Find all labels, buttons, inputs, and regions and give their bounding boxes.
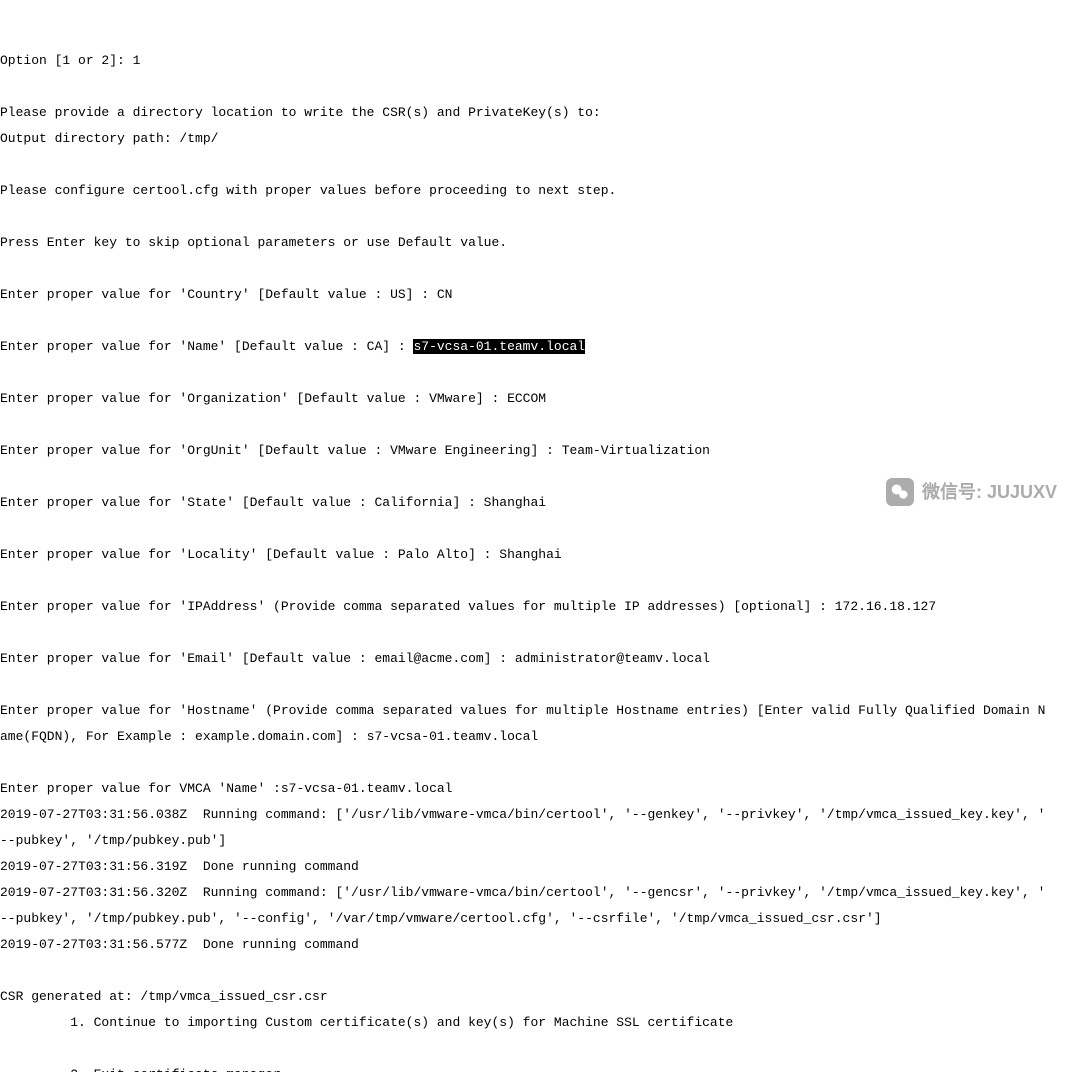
terminal-line: Enter proper value for 'OrgUnit' [Defaul… [0,444,1077,457]
watermark-text: 微信号: JUJUXV [922,483,1057,501]
terminal-line [0,314,1077,327]
terminal-line: Enter proper value for 'Name' [Default v… [0,340,1077,353]
terminal-line: Enter proper value for 'Hostname' (Provi… [0,704,1077,717]
watermark: 微信号: JUJUXV [886,478,1057,506]
terminal-line [0,210,1077,223]
terminal-line: Enter proper value for 'IPAddress' (Prov… [0,600,1077,613]
terminal-line: Please configure certool.cfg with proper… [0,184,1077,197]
terminal-line: 2019-07-27T03:31:56.319Z Done running co… [0,860,1077,873]
terminal-line [0,522,1077,535]
terminal-line: ame(FQDN), For Example : example.domain.… [0,730,1077,743]
name-highlight: s7-vcsa-01.teamv.local [413,339,585,354]
terminal-line: 2019-07-27T03:31:56.038Z Running command… [0,808,1077,821]
terminal-line: Enter proper value for 'Locality' [Defau… [0,548,1077,561]
terminal-line: Option [1 or 2]: 1 [0,54,1077,67]
menu-option-2[interactable]: 2. Exit certificate-manager [0,1068,1077,1072]
terminal-line: --pubkey', '/tmp/pubkey.pub', '--config'… [0,912,1077,925]
terminal-line [0,756,1077,769]
terminal-line [0,158,1077,171]
terminal-line: Enter proper value for 'Email' [Default … [0,652,1077,665]
terminal-line [0,418,1077,431]
menu-option-1[interactable]: 1. Continue to importing Custom certific… [0,1016,1077,1029]
terminal-line: --pubkey', '/tmp/pubkey.pub'] [0,834,1077,847]
wechat-icon [886,478,914,506]
terminal-line [0,80,1077,93]
terminal-line [0,964,1077,977]
terminal-line [0,574,1077,587]
terminal-line [0,366,1077,379]
terminal-line [0,678,1077,691]
terminal-line: Please provide a directory location to w… [0,106,1077,119]
terminal-line: Enter proper value for 'Organization' [D… [0,392,1077,405]
terminal-line: 2019-07-27T03:31:56.577Z Done running co… [0,938,1077,951]
terminal-line: CSR generated at: /tmp/vmca_issued_csr.c… [0,990,1077,1003]
terminal-line: Press Enter key to skip optional paramet… [0,236,1077,249]
terminal-line [0,626,1077,639]
terminal-line: Output directory path: /tmp/ [0,132,1077,145]
terminal-line [0,1042,1077,1055]
terminal-line: Enter proper value for VMCA 'Name' :s7-v… [0,782,1077,795]
terminal-line: Enter proper value for 'Country' [Defaul… [0,288,1077,301]
name-prefix: Enter proper value for 'Name' [Default v… [0,339,413,354]
terminal-line: 2019-07-27T03:31:56.320Z Running command… [0,886,1077,899]
terminal-line [0,262,1077,275]
